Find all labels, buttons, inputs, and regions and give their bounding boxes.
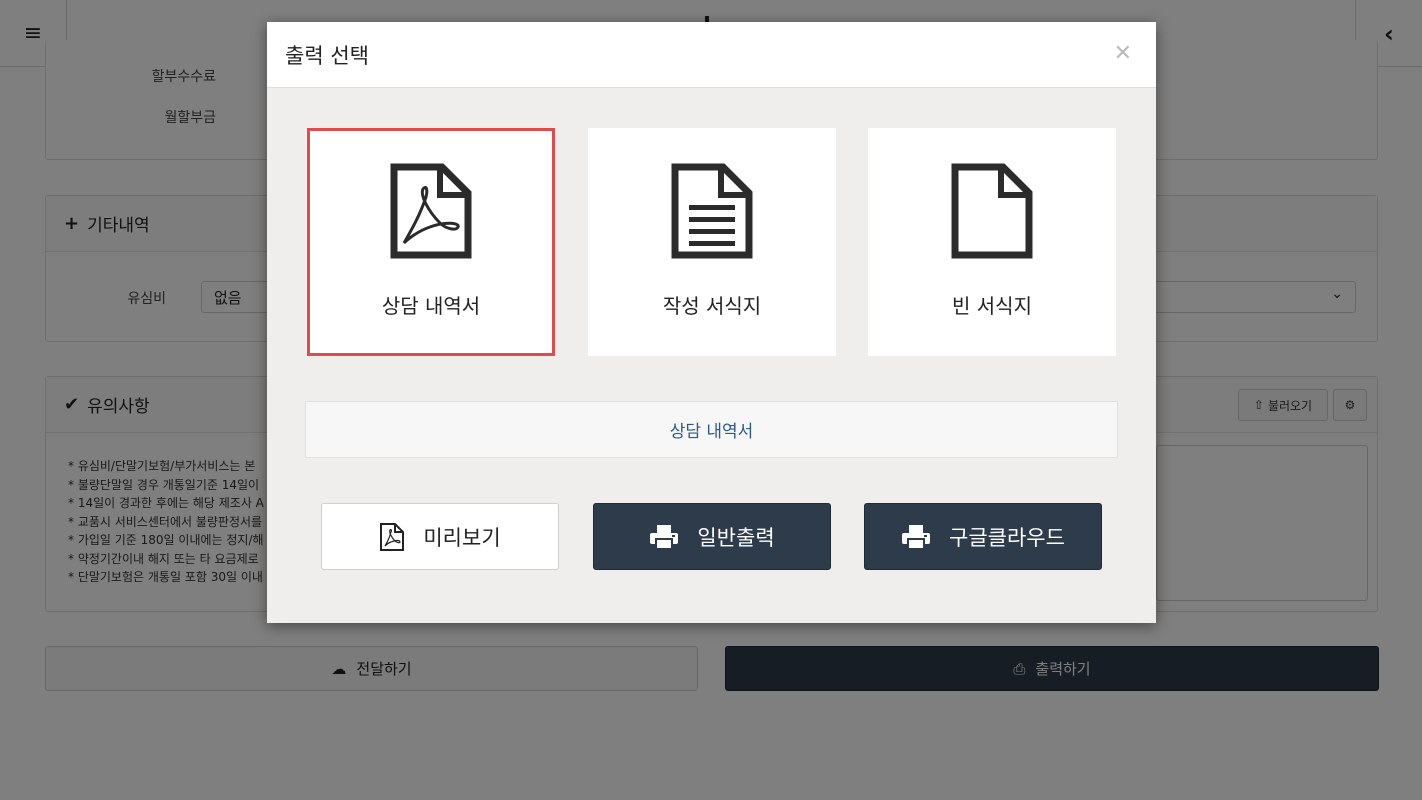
google-cloud-print-button[interactable]: 구글클라우드: [864, 503, 1102, 570]
general-print-button-label: 일반출력: [697, 525, 775, 550]
card-label: 작성 서식지: [662, 294, 762, 318]
card-label: 상담 내역서: [381, 294, 481, 318]
modal-title: 출력 선택: [285, 44, 369, 68]
printer-icon: [902, 524, 931, 550]
modal-header: 출력 선택 ✕: [267, 22, 1156, 88]
general-print-button[interactable]: 일반출력: [593, 503, 831, 570]
preview-button-label: 미리보기: [423, 525, 501, 550]
pdf-file-icon: [380, 522, 405, 551]
pdf-file-icon: [390, 163, 472, 259]
card-filled-form[interactable]: 작성 서식지: [588, 128, 836, 356]
card-label: 빈 서식지: [952, 294, 1032, 318]
selected-document-name: 상담 내역서: [305, 401, 1118, 458]
card-blank-form[interactable]: 빈 서식지: [868, 128, 1116, 356]
close-icon[interactable]: ✕: [1114, 42, 1132, 66]
print-select-modal: 출력 선택 ✕ 상담 내역서 작성 서식지 빈 서식지 상담 내역서 미리보기 …: [267, 22, 1156, 623]
google-cloud-print-button-label: 구글클라우드: [949, 525, 1065, 550]
printer-icon: [650, 524, 679, 550]
card-consultation-statement[interactable]: 상담 내역서: [307, 128, 555, 356]
preview-button[interactable]: 미리보기: [321, 503, 559, 570]
blank-file-icon: [951, 163, 1033, 259]
text-file-icon: [671, 163, 753, 259]
